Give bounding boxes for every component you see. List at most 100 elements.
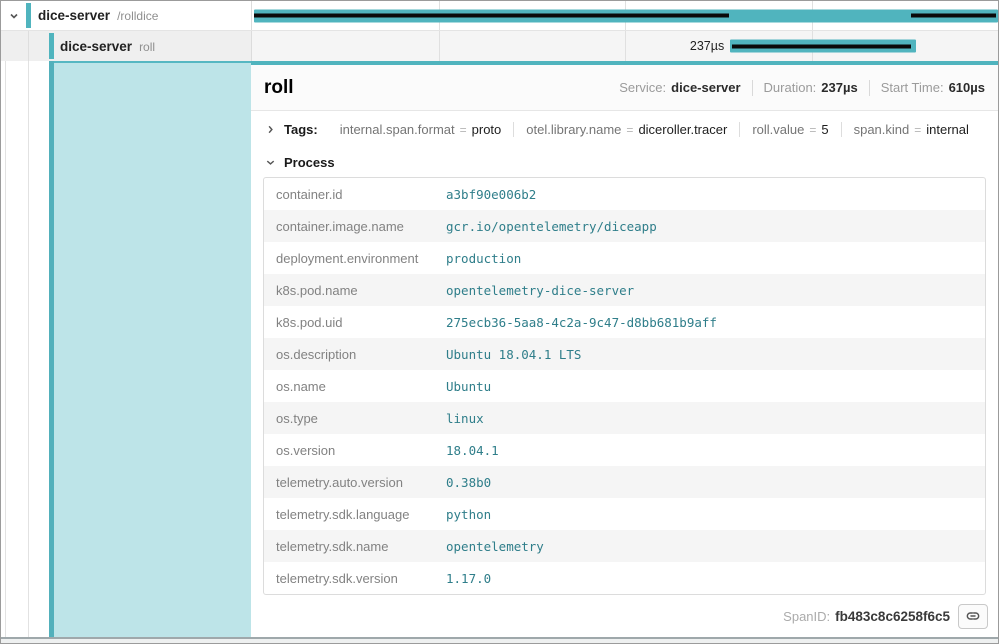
- tag-key: span.kind: [854, 122, 910, 137]
- kv-key: os.description: [264, 347, 446, 362]
- start-time-value: 610µs: [949, 80, 985, 95]
- tag-item: span.kind = internal: [841, 122, 981, 137]
- indent-guide: [5, 61, 6, 637]
- span-row-rolldice[interactable]: dice-server /rolldice: [1, 1, 998, 31]
- kv-value: opentelemetry-dice-server: [446, 283, 634, 298]
- kv-value: opentelemetry: [446, 539, 544, 554]
- collapse-toggle[interactable]: [8, 10, 20, 22]
- summary-divider: [752, 80, 753, 96]
- tag-item: internal.span.format = proto: [328, 122, 514, 137]
- kv-key: container.id: [264, 187, 446, 202]
- span-operation-name: /rolldice: [117, 9, 158, 23]
- span-color-bar: [26, 3, 31, 28]
- service-label: Service:: [619, 80, 666, 95]
- table-row: telemetry.auto.version 0.38b0: [264, 466, 985, 498]
- table-row: telemetry.sdk.language python: [264, 498, 985, 530]
- tag-value: diceroller.tracer: [638, 122, 727, 137]
- equals-sign: =: [914, 123, 921, 137]
- kv-key: container.image.name: [264, 219, 446, 234]
- tag-list: internal.span.format = proto otel.librar…: [328, 122, 981, 137]
- indent-guide: [28, 61, 29, 637]
- kv-value: Ubuntu 18.04.1 LTS: [446, 347, 581, 362]
- grid-tick: [625, 31, 626, 61]
- indent-guide: [28, 31, 29, 61]
- duration-label: Duration:: [764, 80, 817, 95]
- link-icon: [965, 608, 981, 624]
- table-row: telemetry.sdk.name opentelemetry: [264, 530, 985, 562]
- kv-value: gcr.io/opentelemetry/diceapp: [446, 219, 657, 234]
- kv-value: 275ecb36-5aa8-4c2a-9c47-d8bb681b9aff: [446, 315, 717, 330]
- kv-value: a3bf90e006b2: [446, 187, 536, 202]
- chevron-down-icon: [265, 157, 276, 168]
- span-row-roll[interactable]: dice-server roll 237µs: [1, 31, 998, 61]
- span-operation-name: roll: [139, 40, 155, 54]
- span-summary: Service: dice-server Duration: 237µs Sta…: [619, 80, 985, 96]
- kv-key: deployment.environment: [264, 251, 446, 266]
- kv-key: telemetry.auto.version: [264, 475, 446, 490]
- span-detail-panel: roll Service: dice-server Duration: 237µ…: [251, 61, 998, 637]
- equals-sign: =: [460, 123, 467, 137]
- span-name-cell-rolldice[interactable]: dice-server /rolldice: [1, 1, 251, 30]
- kv-key: os.version: [264, 443, 446, 458]
- chevron-right-icon: [265, 124, 276, 135]
- table-row: os.description Ubuntu 18.04.1 LTS: [264, 338, 985, 370]
- tag-item: otel.library.name = diceroller.tracer: [513, 122, 739, 137]
- kv-value: production: [446, 251, 521, 266]
- kv-value: 18.04.1: [446, 443, 499, 458]
- tag-value: 5: [821, 122, 828, 137]
- table-row: deployment.environment production: [264, 242, 985, 274]
- chevron-down-icon: [8, 10, 20, 22]
- tag-value: internal: [926, 122, 969, 137]
- self-time-segment: [911, 14, 996, 18]
- span-title: roll: [264, 77, 294, 99]
- span-timeline-rolldice: [251, 1, 998, 30]
- process-header: Process: [284, 155, 335, 170]
- span-bar-rolldice[interactable]: [254, 9, 998, 22]
- span-color-bar: [49, 33, 54, 59]
- span-name-cell-roll[interactable]: dice-server roll: [1, 31, 251, 61]
- table-row: os.name Ubuntu: [264, 370, 985, 402]
- kv-key: os.name: [264, 379, 446, 394]
- table-row: k8s.pod.uid 275ecb36-5aa8-4c2a-9c47-d8bb…: [264, 306, 985, 338]
- kv-key: k8s.pod.uid: [264, 315, 446, 330]
- selected-span-highlight: [54, 61, 251, 637]
- equals-sign: =: [809, 123, 816, 137]
- kv-key: telemetry.sdk.language: [264, 507, 446, 522]
- span-service-name: dice-server: [60, 39, 132, 54]
- self-time-segment: [732, 44, 911, 48]
- table-row: k8s.pod.name opentelemetry-dice-server: [264, 274, 985, 306]
- table-row: container.id a3bf90e006b2: [264, 178, 985, 210]
- spanid-label: SpanID:: [783, 609, 830, 624]
- duration-value: 237µs: [821, 80, 857, 95]
- spanid-value: fb483c8c6258f6c5: [835, 609, 950, 624]
- table-row: container.image.name gcr.io/opentelemetr…: [264, 210, 985, 242]
- kv-value: 1.17.0: [446, 571, 491, 586]
- span-detail-header: roll Service: dice-server Duration: 237µ…: [251, 65, 998, 111]
- tag-item: roll.value = 5: [739, 122, 840, 137]
- start-time-label: Start Time:: [881, 80, 944, 95]
- deep-link-button[interactable]: [958, 604, 988, 629]
- service-value: dice-server: [671, 80, 740, 95]
- summary-divider: [869, 80, 870, 96]
- span-duration-label: 237µs: [690, 39, 724, 53]
- tag-key: roll.value: [752, 122, 804, 137]
- tag-key: internal.span.format: [340, 122, 455, 137]
- self-time-segment: [254, 14, 729, 18]
- table-row: telemetry.sdk.version 1.17.0: [264, 562, 985, 594]
- process-kv-table: container.id a3bf90e006b2 container.imag…: [263, 177, 986, 595]
- window-bottom-edge: [1, 637, 998, 643]
- tags-accordion[interactable]: Tags: internal.span.format = proto otel.…: [251, 111, 998, 148]
- span-detail-footer: SpanID: fb483c8c6258f6c5: [251, 595, 998, 637]
- kv-key: os.type: [264, 411, 446, 426]
- kv-value: linux: [446, 411, 484, 426]
- tag-value: proto: [472, 122, 502, 137]
- span-timeline-roll: 237µs: [251, 31, 998, 61]
- process-accordion[interactable]: Process: [251, 148, 998, 177]
- kv-value: python: [446, 507, 491, 522]
- kv-value: 0.38b0: [446, 475, 491, 490]
- span-bar-roll[interactable]: [730, 40, 916, 53]
- kv-key: k8s.pod.name: [264, 283, 446, 298]
- equals-sign: =: [626, 123, 633, 137]
- kv-key: telemetry.sdk.version: [264, 571, 446, 586]
- jaeger-trace-window: dice-server /rolldice dice-server roll: [0, 0, 999, 644]
